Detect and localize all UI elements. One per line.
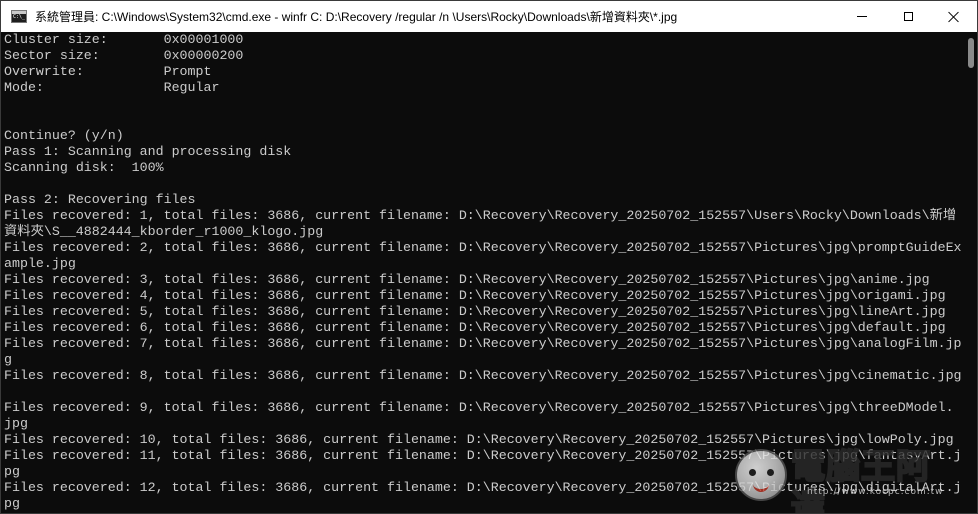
console-line: Files recovered: 10, total files: 3686, … bbox=[4, 432, 954, 447]
cmd-icon[interactable] bbox=[11, 10, 27, 23]
console-line: ample.jpg bbox=[4, 256, 76, 271]
console-line: Files recovered: 3, total files: 3686, c… bbox=[4, 272, 930, 287]
console-output[interactable]: Cluster size: 0x00001000 Sector size: 0x0… bbox=[4, 32, 966, 513]
console-line: Files recovered: 12, total files: 3686, … bbox=[4, 480, 962, 495]
console-line: 資料夾\S__4882444_kborder_r1000_klogo.jpg bbox=[4, 224, 324, 239]
console-line: Overwrite: Prompt bbox=[4, 64, 212, 79]
console-line: pg bbox=[4, 464, 20, 479]
console-line: Files recovered: 11, total files: 3686, … bbox=[4, 448, 962, 463]
close-icon bbox=[948, 11, 960, 23]
console-line: Pass 1: Scanning and processing disk bbox=[4, 144, 292, 159]
close-button[interactable] bbox=[931, 1, 977, 32]
title-bar[interactable]: 系統管理員: C:\Windows\System32\cmd.exe - win… bbox=[1, 1, 977, 32]
cmd-window: 系統管理員: C:\Windows\System32\cmd.exe - win… bbox=[0, 0, 978, 514]
scrollbar-thumb[interactable] bbox=[968, 38, 974, 68]
console-line: Files recovered: 5, total files: 3686, c… bbox=[4, 304, 946, 319]
console-line: Scanning disk: 100% bbox=[4, 160, 164, 175]
console-line: Files recovered: 6, total files: 3686, c… bbox=[4, 320, 946, 335]
minimize-button[interactable] bbox=[839, 1, 885, 32]
console-line: g bbox=[4, 352, 12, 367]
console-line: jpg bbox=[4, 416, 28, 431]
console-line: Files recovered: 1, total files: 3686, c… bbox=[4, 208, 957, 223]
window-title: 系統管理員: C:\Windows\System32\cmd.exe - win… bbox=[35, 10, 678, 24]
console-line: Files recovered: 4, total files: 3686, c… bbox=[4, 288, 946, 303]
console-line: Files recovered: 2, total files: 3686, c… bbox=[4, 240, 962, 255]
vertical-scrollbar[interactable] bbox=[965, 32, 977, 513]
console-line: pg bbox=[4, 496, 20, 511]
minimize-icon bbox=[857, 16, 867, 17]
console-line: Files recovered: 8, total files: 3686, c… bbox=[4, 368, 962, 383]
console-line: Files recovered: 7, total files: 3686, c… bbox=[4, 336, 962, 351]
console-line: Cluster size: 0x00001000 bbox=[4, 32, 244, 47]
maximize-icon bbox=[903, 12, 913, 21]
console-line: Pass 2: Recovering files bbox=[4, 192, 196, 207]
console-line: Mode: Regular bbox=[4, 80, 220, 95]
console-line: Files recovered: 9, total files: 3686, c… bbox=[4, 400, 954, 415]
console-line: Continue? (y/n) bbox=[4, 128, 124, 143]
console-line: Sector size: 0x00000200 bbox=[4, 48, 244, 63]
maximize-button[interactable] bbox=[885, 1, 931, 32]
window-controls bbox=[839, 1, 977, 32]
